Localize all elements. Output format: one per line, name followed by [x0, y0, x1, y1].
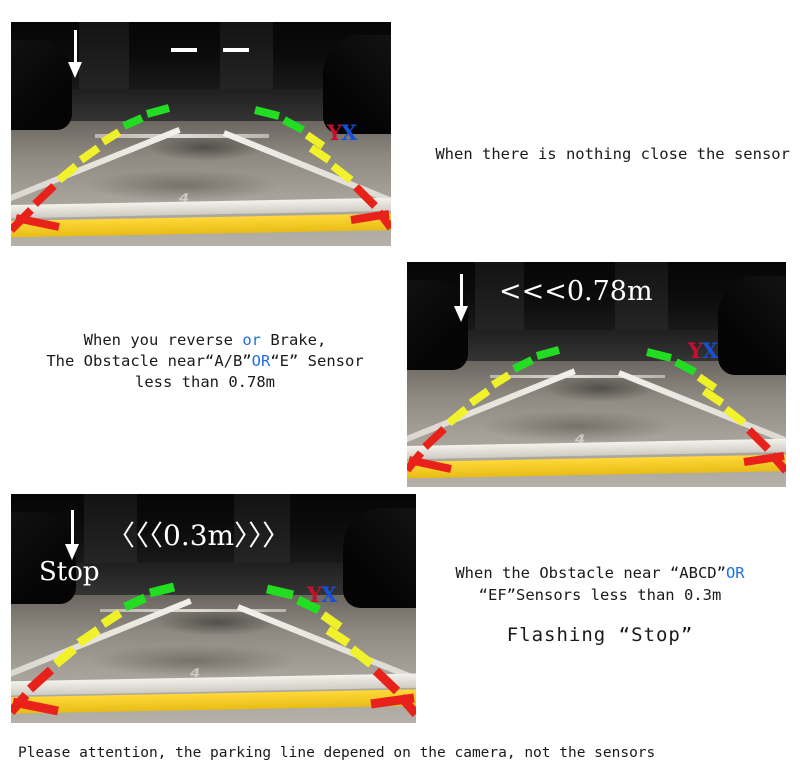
caption-text: When the Obstacle near “ABCD” — [455, 564, 726, 582]
footer-note: Please attention, the parking line depen… — [18, 745, 656, 761]
caption-03m: When the Obstacle near “ABCD”OR “EF”Sens… — [402, 562, 798, 646]
distance-readout-03m: 〈〈〈0.3m〉〉〉 — [107, 519, 291, 552]
down-arrow-icon — [68, 30, 82, 78]
caption-text: The Obstacle near“A/B” — [46, 352, 252, 370]
caption-text: “E” Sensor — [270, 352, 364, 370]
camera-view-078m: 4 <<<0.78m YX — [407, 262, 786, 487]
logo-letter-y: Y — [327, 120, 342, 145]
caption-text: When you reverse — [83, 331, 243, 349]
caption-line-3: less than 0.78m — [135, 373, 275, 391]
brand-logo-yx: YX — [307, 582, 337, 607]
camera-view-03m: 4 〈〈〈0.3m〉〉〉 Stop YX — [11, 494, 416, 723]
caption-or-highlight: or — [242, 331, 261, 349]
caption-text: When there is nothing close the sensor — [435, 145, 790, 163]
caption-or-highlight: OR — [251, 352, 271, 370]
logo-letter-x: X — [702, 338, 718, 363]
instruction-sheet: 4 YX When there is nothing close the sen… — [0, 0, 800, 778]
brand-logo-yx: YX — [688, 338, 718, 363]
caption-line-2: “EF”Sensors less than 0.3m — [478, 586, 722, 604]
down-arrow-icon — [454, 274, 468, 322]
logo-letter-x: X — [341, 120, 357, 145]
dash-glyph — [223, 48, 249, 52]
caption-line-1: When you reverse or Brake, — [84, 331, 327, 349]
brand-logo-yx: YX — [327, 120, 357, 145]
caption-text: Brake, — [260, 331, 327, 349]
stop-indicator: Stop — [39, 557, 100, 587]
caption-078m: When you reverse or Brake, The Obstacle … — [5, 330, 405, 393]
camera-view-no-obstacle: 4 YX — [11, 22, 391, 246]
dash-glyph — [171, 48, 197, 52]
caption-line-2: The Obstacle near“A/B”OR“E” Sensor — [46, 352, 363, 370]
logo-letter-y: Y — [307, 582, 322, 607]
caption-no-obstacle: When there is nothing close the sensor — [398, 127, 790, 181]
caption-flashing-stop: Flashing “Stop” — [506, 624, 694, 646]
caption-or-highlight: OR — [725, 564, 745, 582]
down-arrow-icon — [65, 510, 79, 560]
logo-letter-y: Y — [688, 338, 703, 363]
logo-letter-x: X — [321, 582, 337, 607]
caption-line-1: When the Obstacle near “ABCD”OR — [455, 564, 744, 582]
distance-readout-dashes — [171, 48, 249, 52]
distance-readout-078m: <<<0.78m — [499, 276, 653, 307]
